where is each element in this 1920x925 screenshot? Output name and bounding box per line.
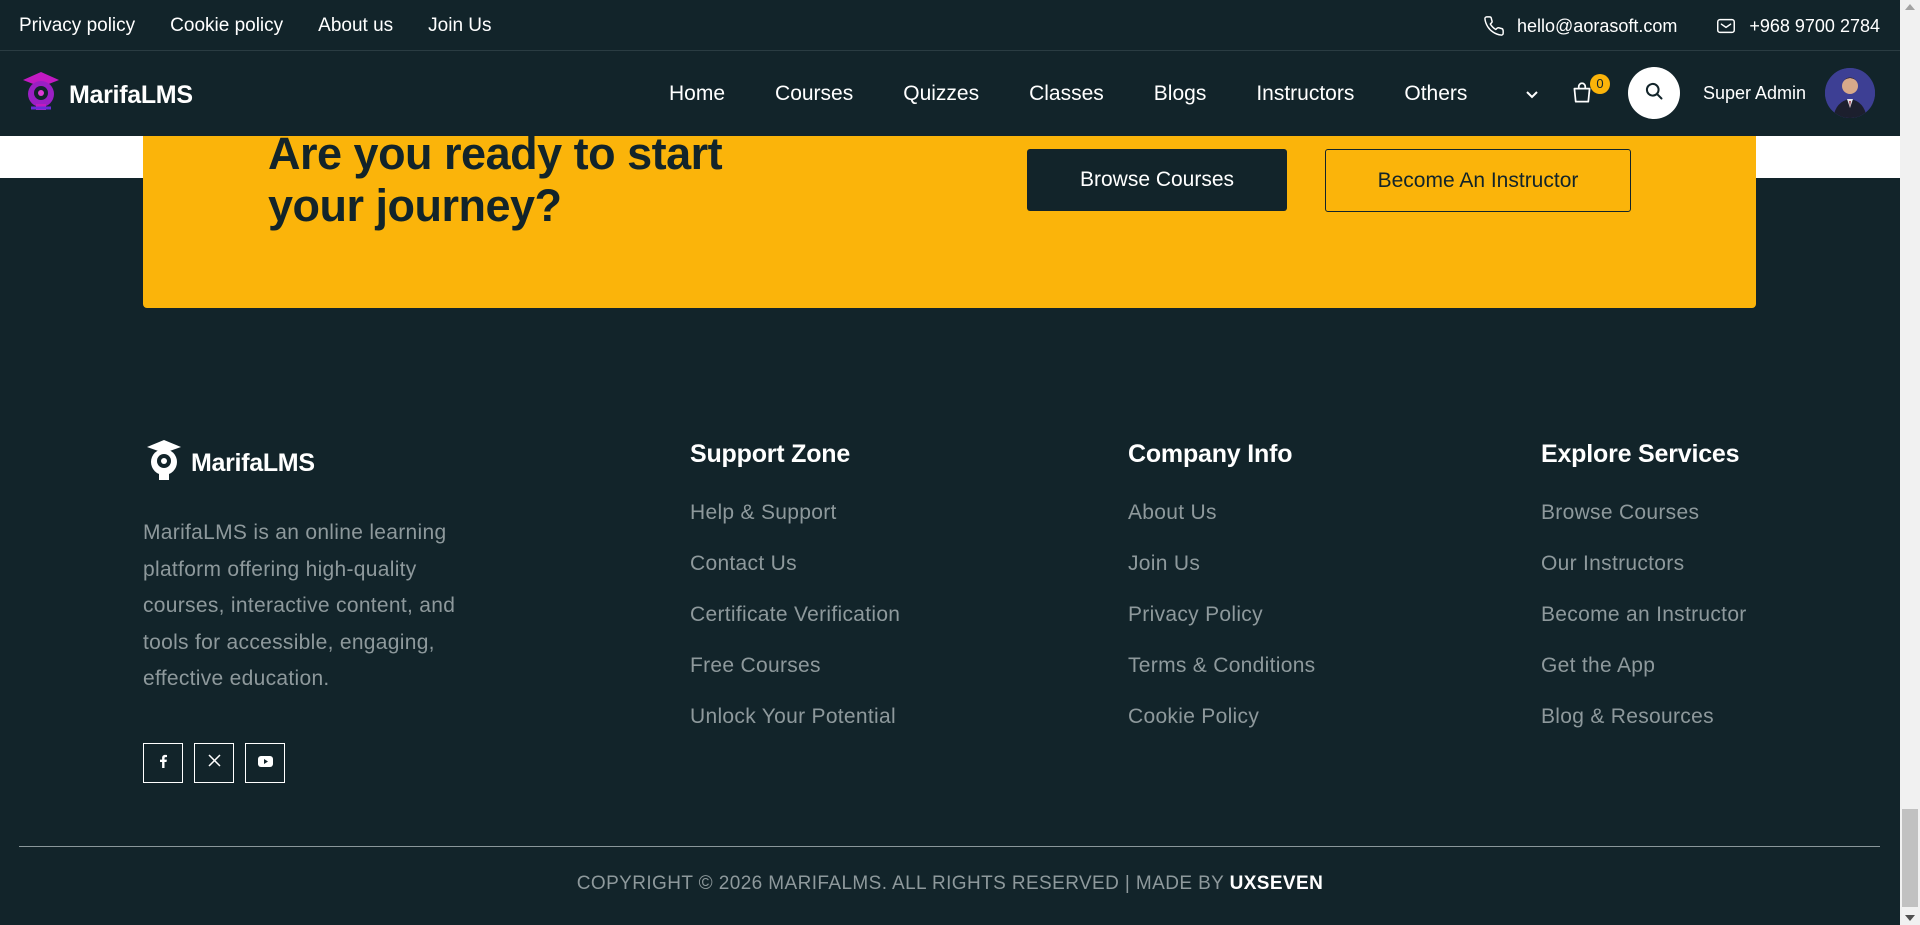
phone-contact[interactable]: +968 9700 2784 [1715,15,1880,37]
cta-banner: Are you ready to start your journey? Bro… [143,128,1756,308]
footer-link[interactable]: Become an Instructor [1541,603,1747,654]
nav-classes[interactable]: Classes [1029,82,1104,106]
youtube-icon [257,754,273,772]
footer-link[interactable]: About Us [1128,501,1315,552]
footer-link[interactable]: Terms & Conditions [1128,654,1315,705]
x-twitter-icon [207,754,221,772]
copyright-brand-link[interactable]: UXSEVEN [1230,873,1324,894]
footer-logo-text: MarifaLMS [191,449,315,477]
email-contact[interactable]: hello@aorasoft.com [1483,15,1677,37]
phone-text: +968 9700 2784 [1749,15,1880,36]
nav-instructors[interactable]: Instructors [1256,82,1354,106]
footer-column-support: Support Zone Help & Support Contact Us C… [690,440,900,756]
footer-link[interactable]: Join Us [1128,552,1315,603]
nav-courses[interactable]: Courses [775,82,853,106]
logo-icon [143,438,185,489]
cta-title: Are you ready to start your journey? [268,128,723,231]
copyright-prefix: COPYRIGHT © 2026 MARIFALMS. ALL RIGHTS R… [576,873,1224,894]
footer-column-explore: Explore Services Browse Courses Our Inst… [1541,440,1747,756]
main-header: MarifaLMS Home Courses Quizzes Classes B… [0,52,1900,136]
logo-text: MarifaLMS [69,81,193,109]
top-link-privacy-policy[interactable]: Privacy policy [19,15,135,37]
footer-link[interactable]: Our Instructors [1541,552,1747,603]
nav-blogs[interactable]: Blogs [1154,82,1207,106]
scrollbar-thumb[interactable] [1902,809,1918,907]
become-instructor-button[interactable]: Become An Instructor [1325,149,1631,212]
site-logo[interactable]: MarifaLMS [19,70,193,121]
footer-link[interactable]: Certificate Verification [690,603,900,654]
email-text: hello@aorasoft.com [1517,15,1678,36]
footer-link[interactable]: Help & Support [690,501,900,552]
footer-link[interactable]: Privacy Policy [1128,603,1315,654]
footer-link[interactable]: Free Courses [690,654,900,705]
footer-link[interactable]: Cookie Policy [1128,705,1315,756]
nav-home[interactable]: Home [669,82,725,106]
avatar[interactable] [1825,68,1875,118]
scroll-up-arrow-icon[interactable] [1905,4,1915,10]
footer-link[interactable]: Unlock Your Potential [690,705,900,756]
logo-icon [19,70,63,121]
social-links [143,743,285,783]
x-twitter-link[interactable] [194,743,234,783]
copyright-text: COPYRIGHT © 2026 MARIFALMS. ALL RIGHTS R… [0,873,1900,895]
nav-others-dropdown[interactable]: Others [1404,82,1589,106]
page-scrollbar[interactable] [1900,0,1920,925]
top-link-cookie-policy[interactable]: Cookie policy [170,15,283,37]
facebook-icon [157,754,169,773]
cart-count-badge: 0 [1590,74,1610,94]
footer-link[interactable]: Get the App [1541,654,1747,705]
chevron-down-icon [1525,82,1539,106]
search-icon [1644,81,1664,106]
top-link-about-us[interactable]: About us [318,15,393,37]
footer-description: MarifaLMS is an online learning platform… [143,521,456,690]
browse-courses-button[interactable]: Browse Courses [1027,149,1287,211]
footer-column-title: Explore Services [1541,440,1740,468]
footer-column-title: Company Info [1128,440,1293,468]
footer-column-company: Company Info About Us Join Us Privacy Po… [1128,440,1315,756]
phone-icon [1483,15,1505,37]
footer-link[interactable]: Contact Us [690,552,900,603]
footer-logo[interactable]: MarifaLMS [143,438,315,489]
main-nav: Home Courses Quizzes Classes Blogs Instr… [669,82,1639,106]
top-contacts: hello@aorasoft.com +968 9700 2784 [1483,15,1880,37]
scroll-down-arrow-icon[interactable] [1905,915,1915,921]
mail-icon [1715,15,1737,37]
footer-column-title: Support Zone [690,440,851,468]
search-button[interactable] [1628,67,1680,119]
youtube-link[interactable] [245,743,285,783]
footer-divider [19,846,1880,847]
user-name[interactable]: Super Admin [1703,83,1806,104]
footer-link[interactable]: Browse Courses [1541,501,1747,552]
nav-others-label: Others [1404,82,1468,105]
top-utility-bar: Privacy policy Cookie policy About us Jo… [0,0,1900,51]
top-link-join-us[interactable]: Join Us [428,15,491,37]
facebook-link[interactable] [143,743,183,783]
nav-quizzes[interactable]: Quizzes [903,82,979,106]
top-links: Privacy policy Cookie policy About us Jo… [19,15,492,37]
footer-link[interactable]: Blog & Resources [1541,705,1747,756]
